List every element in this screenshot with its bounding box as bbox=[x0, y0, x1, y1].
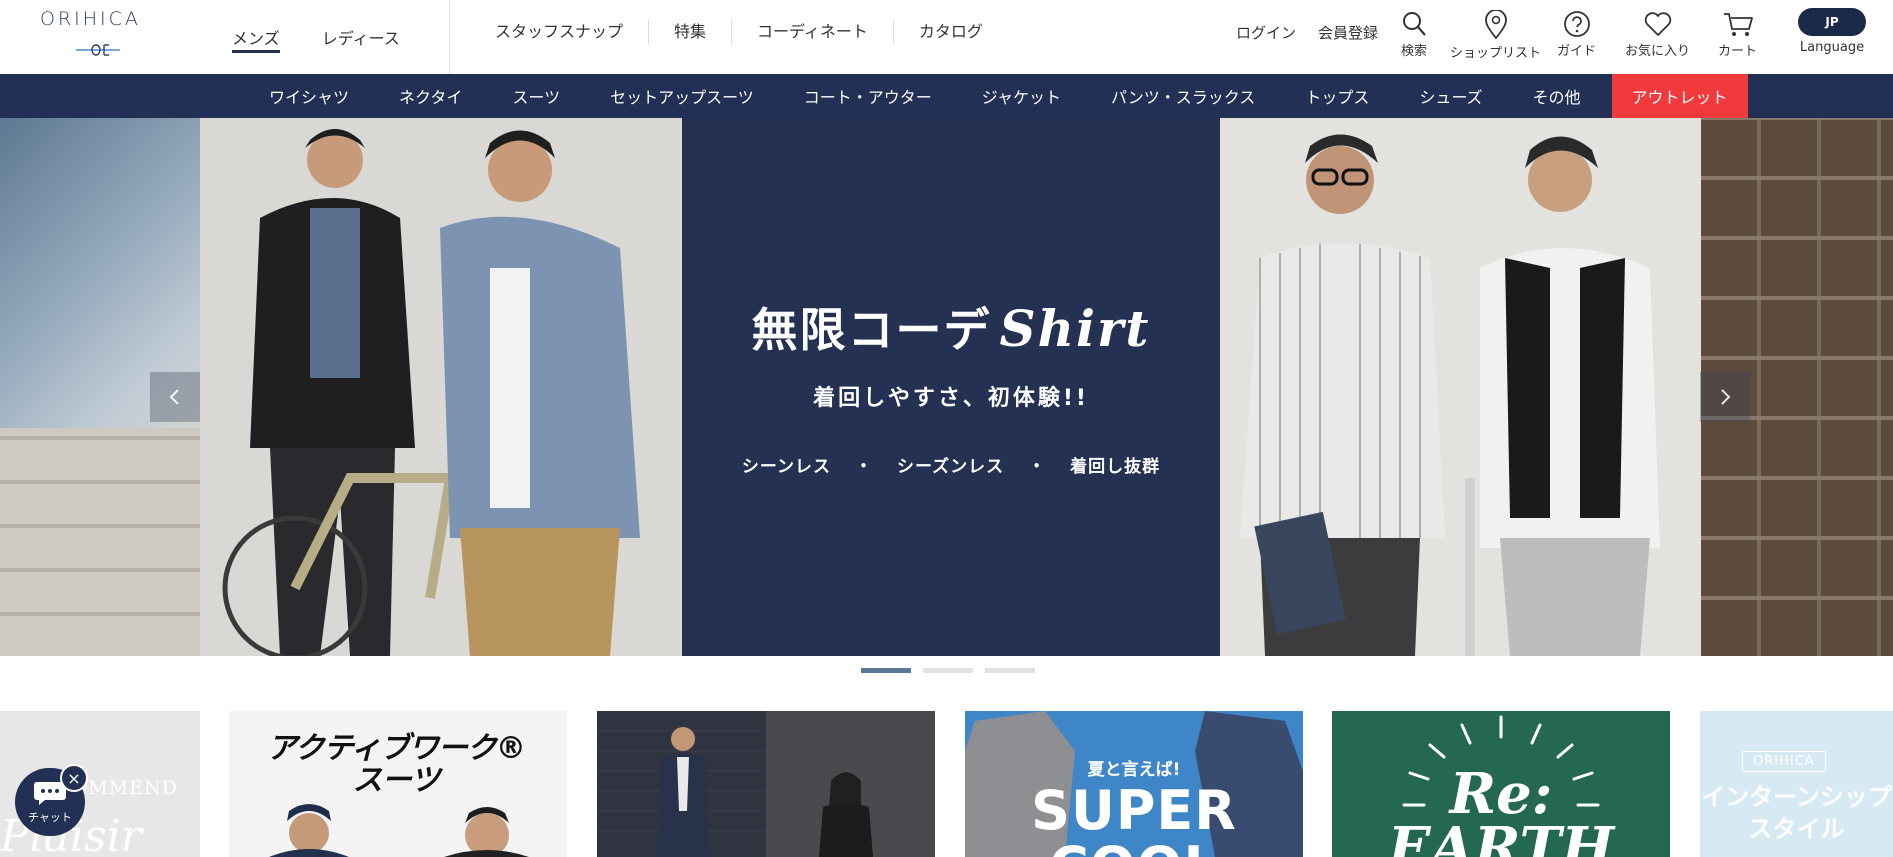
language-code-badge: JP bbox=[1798, 8, 1866, 36]
banner-internship-style[interactable]: ORIHICA インターンシップ スタイル bbox=[1700, 711, 1893, 857]
register-link[interactable]: 会員登録 bbox=[1318, 22, 1378, 43]
login-link[interactable]: ログイン bbox=[1236, 22, 1296, 43]
search-icon bbox=[1403, 12, 1426, 36]
hero-tag-separator: ・ bbox=[855, 457, 873, 477]
chat-label: チャット bbox=[28, 810, 72, 824]
banner-active-work-suit[interactable]: アクティブワーク® スーツ bbox=[229, 711, 567, 857]
favorites-label: お気に入り bbox=[1625, 44, 1691, 59]
hero-tag: シーンレス bbox=[741, 457, 831, 477]
guide-button[interactable]: ガイド bbox=[1557, 10, 1596, 59]
cart-icon bbox=[1723, 13, 1753, 36]
header-divider bbox=[449, 0, 450, 74]
category-other[interactable]: その他 bbox=[1508, 74, 1606, 118]
brand-logo-mark bbox=[76, 44, 120, 56]
category-ties[interactable]: ネクタイ bbox=[374, 74, 487, 118]
hero-tag: シーズンレス bbox=[897, 457, 1005, 477]
banner-business-style[interactable] bbox=[597, 711, 935, 857]
banner-super-cool[interactable]: 夏と言えば! SUPER COOL bbox=[965, 711, 1303, 857]
hero-tag: 着回し抜群 bbox=[1070, 457, 1161, 477]
carousel-pagination bbox=[861, 668, 1047, 673]
carousel-dot-3[interactable] bbox=[985, 668, 1035, 673]
hero-carousel[interactable]: 無限コーデ Shirt 着回しやすさ、初体験!! シーンレス ・ シーズンレス ・… bbox=[0, 118, 1893, 656]
banner-re-earth-title: Re: EARTH bbox=[1387, 761, 1615, 857]
category-jackets[interactable]: ジャケット bbox=[957, 74, 1086, 118]
chevron-left-icon bbox=[169, 389, 179, 405]
search-label: 検索 bbox=[1400, 44, 1427, 59]
carousel-dot-2[interactable] bbox=[923, 668, 973, 673]
cart-button[interactable]: カート bbox=[1718, 10, 1757, 59]
hero-photo-right bbox=[1220, 118, 1701, 656]
search-button[interactable]: 検索 bbox=[1400, 10, 1428, 59]
language-button[interactable]: JP Language bbox=[1798, 8, 1866, 56]
banner-business-illustration bbox=[597, 711, 935, 857]
category-shoes[interactable]: シューズ bbox=[1394, 74, 1507, 118]
category-pants-slacks[interactable]: パンツ・スラックス bbox=[1086, 74, 1280, 118]
brand-logo[interactable]: ORIHICA bbox=[40, 8, 160, 60]
category-dress-shirts[interactable]: ワイシャツ bbox=[244, 74, 374, 118]
hero-models-illustration-left bbox=[200, 118, 682, 656]
category-coats-outerwear[interactable]: コート・アウター bbox=[779, 74, 957, 118]
help-circle-icon bbox=[1563, 11, 1590, 37]
brand-logo-text: ORIHICA bbox=[40, 8, 141, 30]
hero-title: 無限コーデ Shirt bbox=[682, 294, 1220, 360]
carousel-prev-button[interactable] bbox=[150, 372, 200, 422]
hero-subtitle: 着回しやすさ、初体験!! bbox=[813, 386, 1089, 411]
carousel-next-button[interactable] bbox=[1700, 372, 1750, 422]
nav-coordinate[interactable]: コーディネート bbox=[732, 19, 894, 45]
hero-title-script: Shirt bbox=[999, 299, 1151, 358]
account-links: ログイン 会員登録 bbox=[1236, 0, 1400, 64]
hero-models-illustration-right bbox=[1220, 118, 1701, 656]
hero-campaign-panel[interactable]: 無限コーデ Shirt 着回しやすさ、初体験!! シーンレス ・ シーズンレス ・… bbox=[682, 118, 1220, 656]
category-tops[interactable]: トップス bbox=[1280, 74, 1394, 118]
banner-internship-title: インターンシップ スタイル bbox=[1701, 783, 1892, 843]
nav-features[interactable]: 特集 bbox=[649, 19, 733, 45]
favorites-button[interactable]: お気に入り bbox=[1625, 10, 1690, 59]
site-header: ORIHICA メンズ レディース スタッフスナップ 特集 コーディネート カタ… bbox=[0, 0, 1893, 74]
shop-list-label: ショップリスト bbox=[1450, 46, 1542, 61]
main-nav: スタッフスナップ 特集 コーディネート カタログ bbox=[470, 0, 1008, 64]
heart-icon bbox=[1644, 12, 1671, 36]
nav-staff-snap[interactable]: スタッフスナップ bbox=[470, 19, 650, 45]
hero-title-text: 無限コーデ bbox=[751, 303, 992, 357]
category-bar: ワイシャツ ネクタイ スーツ セットアップスーツ コート・アウター ジャケット … bbox=[0, 74, 1893, 118]
banner-super-cool-subtitle: 夏と言えば! bbox=[1087, 760, 1181, 780]
guide-label: ガイド bbox=[1557, 44, 1597, 59]
category-suits[interactable]: スーツ bbox=[487, 74, 585, 118]
gender-tabs: メンズ レディース bbox=[232, 0, 442, 74]
hero-tag-separator: ・ bbox=[1028, 457, 1047, 477]
location-pin-icon bbox=[1484, 10, 1507, 40]
banner-active-work-illustration bbox=[269, 804, 529, 857]
shop-list-button[interactable]: ショップリスト bbox=[1450, 10, 1541, 61]
tab-ladies[interactable]: レディース bbox=[322, 0, 400, 74]
hero-photo-left bbox=[200, 118, 682, 656]
hero-tags: シーンレス ・ シーズンレス ・ 着回し抜群 bbox=[682, 452, 1220, 477]
nav-catalog[interactable]: カタログ bbox=[894, 19, 1008, 45]
banner-super-cool-title: SUPER COOL bbox=[1031, 779, 1237, 857]
tab-mens[interactable]: メンズ bbox=[232, 0, 280, 74]
chevron-right-icon bbox=[1721, 389, 1731, 405]
carousel-dot-1[interactable] bbox=[861, 668, 911, 673]
chat-close-button[interactable]: × bbox=[60, 764, 88, 792]
banner-internship-badge: ORIHICA bbox=[1742, 751, 1826, 772]
banner-re-earth[interactable]: Re: EARTH bbox=[1332, 711, 1670, 857]
category-setup-suits[interactable]: セットアップスーツ bbox=[585, 74, 779, 118]
language-label: Language bbox=[1799, 40, 1865, 55]
category-outlet[interactable]: アウトレット bbox=[1611, 74, 1748, 118]
category-list: ワイシャツ ネクタイ スーツ セットアップスーツ コート・アウター ジャケット … bbox=[244, 74, 1748, 118]
cart-label: カート bbox=[1718, 44, 1758, 59]
